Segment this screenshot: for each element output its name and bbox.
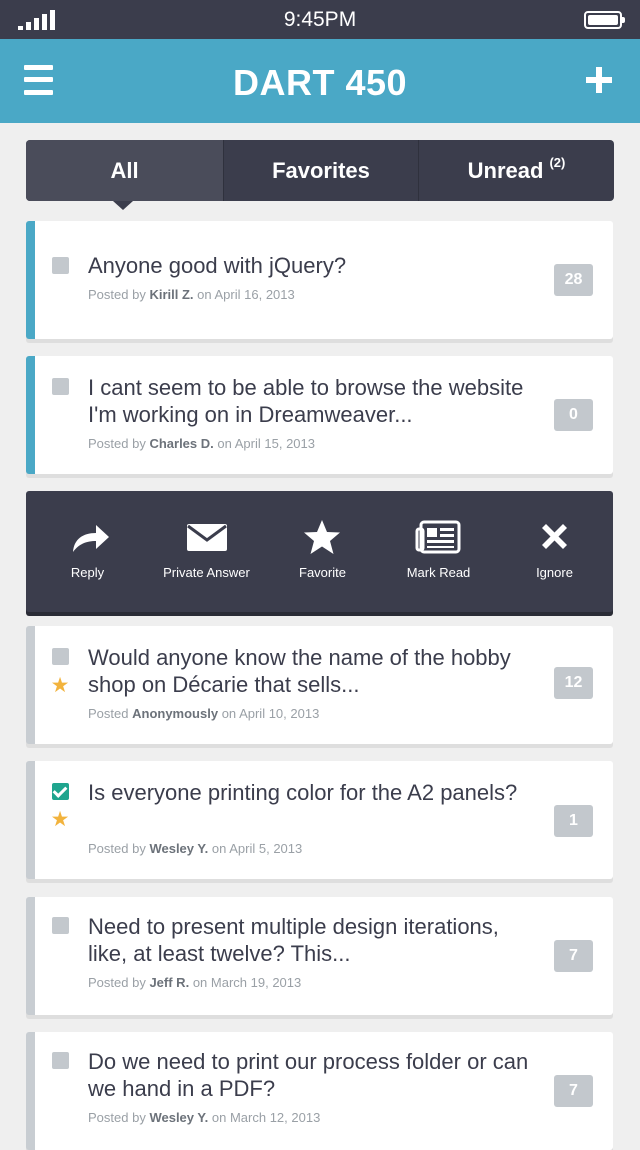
tab-bar: All Favorites Unread (2): [26, 140, 614, 201]
post-checkbox[interactable]: [52, 1052, 69, 1069]
post-date: April 15, 2013: [234, 436, 315, 451]
status-time: 9:45PM: [283, 8, 357, 31]
post-title: Need to present multiple design iteratio…: [88, 914, 499, 966]
tab-favorites[interactable]: Favorites: [223, 140, 418, 201]
post-meta: Posted by Charles D. on April 15, 2013: [88, 436, 315, 451]
post-date: April 16, 2013: [214, 287, 295, 302]
post-meta: Posted by Kirill Z. on April 16, 2013: [88, 287, 295, 302]
action-label: Ignore: [536, 565, 573, 580]
post-card[interactable]: Need to present multiple design iteratio…: [26, 897, 613, 1015]
post-meta: Posted Anonymously on April 10, 2013: [88, 706, 320, 721]
private-answer-button[interactable]: Private Answer: [148, 491, 265, 612]
envelope-icon: [187, 524, 227, 551]
post-title: Is everyone printing color for the A2 pa…: [88, 780, 518, 805]
post-author: Wesley Y.: [149, 841, 209, 856]
post-author: Wesley Y.: [149, 1110, 209, 1125]
post-checkbox[interactable]: [52, 257, 69, 274]
post-card[interactable]: ★ Is everyone printing color for the A2 …: [26, 761, 613, 879]
favorite-star-icon[interactable]: ★: [50, 675, 70, 696]
post-date: April 5, 2013: [229, 841, 303, 856]
add-icon[interactable]: [586, 67, 612, 93]
post-date: March 19, 2013: [210, 975, 302, 990]
swipe-action-bar: Reply Private Answer Favorite Mark Read …: [26, 491, 613, 612]
star-icon: [304, 520, 340, 554]
reply-button[interactable]: Reply: [29, 491, 146, 612]
post-title: Would anyone know the name of the hobby …: [88, 645, 511, 697]
post-card[interactable]: I cant seem to be able to browse the web…: [26, 356, 613, 474]
post-title: Anyone good with jQuery?: [88, 253, 347, 278]
action-label: Reply: [70, 565, 105, 580]
reply-count-badge: 28: [554, 264, 593, 296]
tab-all[interactable]: All: [26, 140, 223, 201]
post-card[interactable]: Anyone good with jQuery? Posted by Kiril…: [26, 221, 613, 339]
post-meta: Posted by Jeff R. on March 19, 2013: [88, 975, 302, 990]
post-checkbox[interactable]: [52, 917, 69, 934]
active-tab-indicator: [113, 201, 133, 210]
post-author: Kirill Z.: [149, 287, 194, 302]
nav-bar: DART 450: [0, 39, 640, 123]
battery-icon: [584, 11, 625, 29]
post-checkbox[interactable]: [52, 378, 69, 395]
post-card[interactable]: Do we need to print our process folder o…: [26, 1032, 613, 1150]
post-author: Charles D.: [149, 436, 214, 451]
tab-label: All: [110, 157, 139, 183]
action-label: Favorite: [299, 565, 346, 580]
action-label: Private Answer: [163, 565, 250, 580]
post-meta: Posted by Wesley Y. on April 5, 2013: [88, 841, 303, 856]
post-checkbox[interactable]: [52, 648, 69, 665]
post-title: Do we need to print our process folder o…: [88, 1049, 529, 1101]
reply-count-badge: 12: [554, 667, 593, 699]
post-meta: Posted by Wesley Y. on March 12, 2013: [88, 1110, 321, 1125]
post-checkbox[interactable]: [52, 783, 69, 800]
favorite-button[interactable]: Favorite: [264, 491, 381, 612]
reply-count-badge: 7: [554, 940, 593, 972]
tab-unread[interactable]: Unread (2): [418, 140, 614, 201]
post-author: Jeff R.: [149, 975, 190, 990]
unread-count-badge: (2): [549, 155, 566, 170]
reply-count-badge: 0: [554, 399, 593, 431]
post-date: April 10, 2013: [239, 706, 320, 721]
status-bar: 9:45PM: [0, 0, 640, 39]
favorite-star-icon[interactable]: ★: [50, 809, 70, 830]
post-card[interactable]: ★ Would anyone know the name of the hobb…: [26, 626, 613, 744]
page-title: DART 450: [232, 62, 408, 103]
tab-label: Favorites: [272, 157, 370, 183]
reply-icon: [73, 525, 109, 552]
post-title: I cant seem to be able to browse the web…: [88, 375, 524, 427]
reply-count-badge: 1: [554, 805, 593, 837]
mark-read-button[interactable]: Mark Read: [380, 491, 497, 612]
close-icon: [542, 524, 567, 549]
post-date: March 12, 2013: [229, 1110, 321, 1125]
action-label: Mark Read: [406, 565, 471, 580]
reply-count-badge: 7: [554, 1075, 593, 1107]
newspaper-icon: [415, 520, 461, 554]
ignore-button[interactable]: Ignore: [496, 491, 613, 612]
post-author: Anonymously: [132, 706, 219, 721]
tab-label: Unread: [467, 157, 544, 183]
